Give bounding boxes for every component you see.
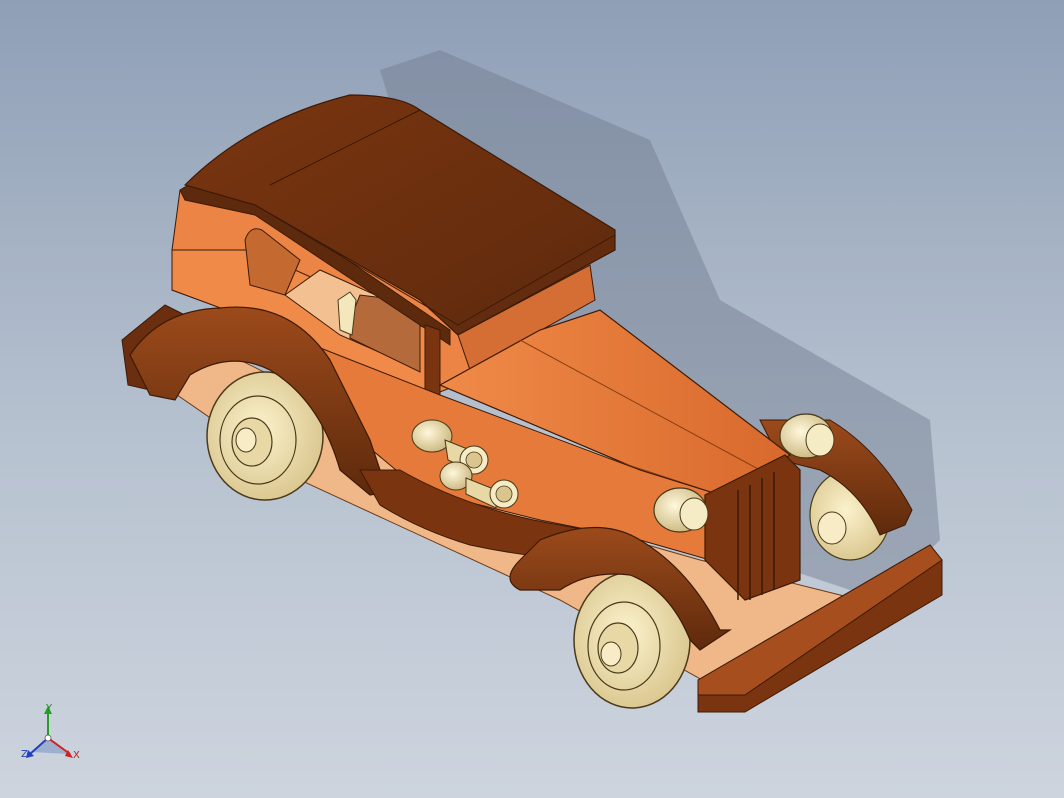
triad-y-label: Y [46,703,53,714]
coordinate-triad: Y Z X [18,700,88,770]
3d-viewport[interactable]: Y Z X [0,0,1064,798]
triad-z-label: Z [21,749,28,760]
windshield-pillar [424,324,441,396]
car-model[interactable] [0,0,1064,798]
triad-x-label: X [73,750,80,761]
